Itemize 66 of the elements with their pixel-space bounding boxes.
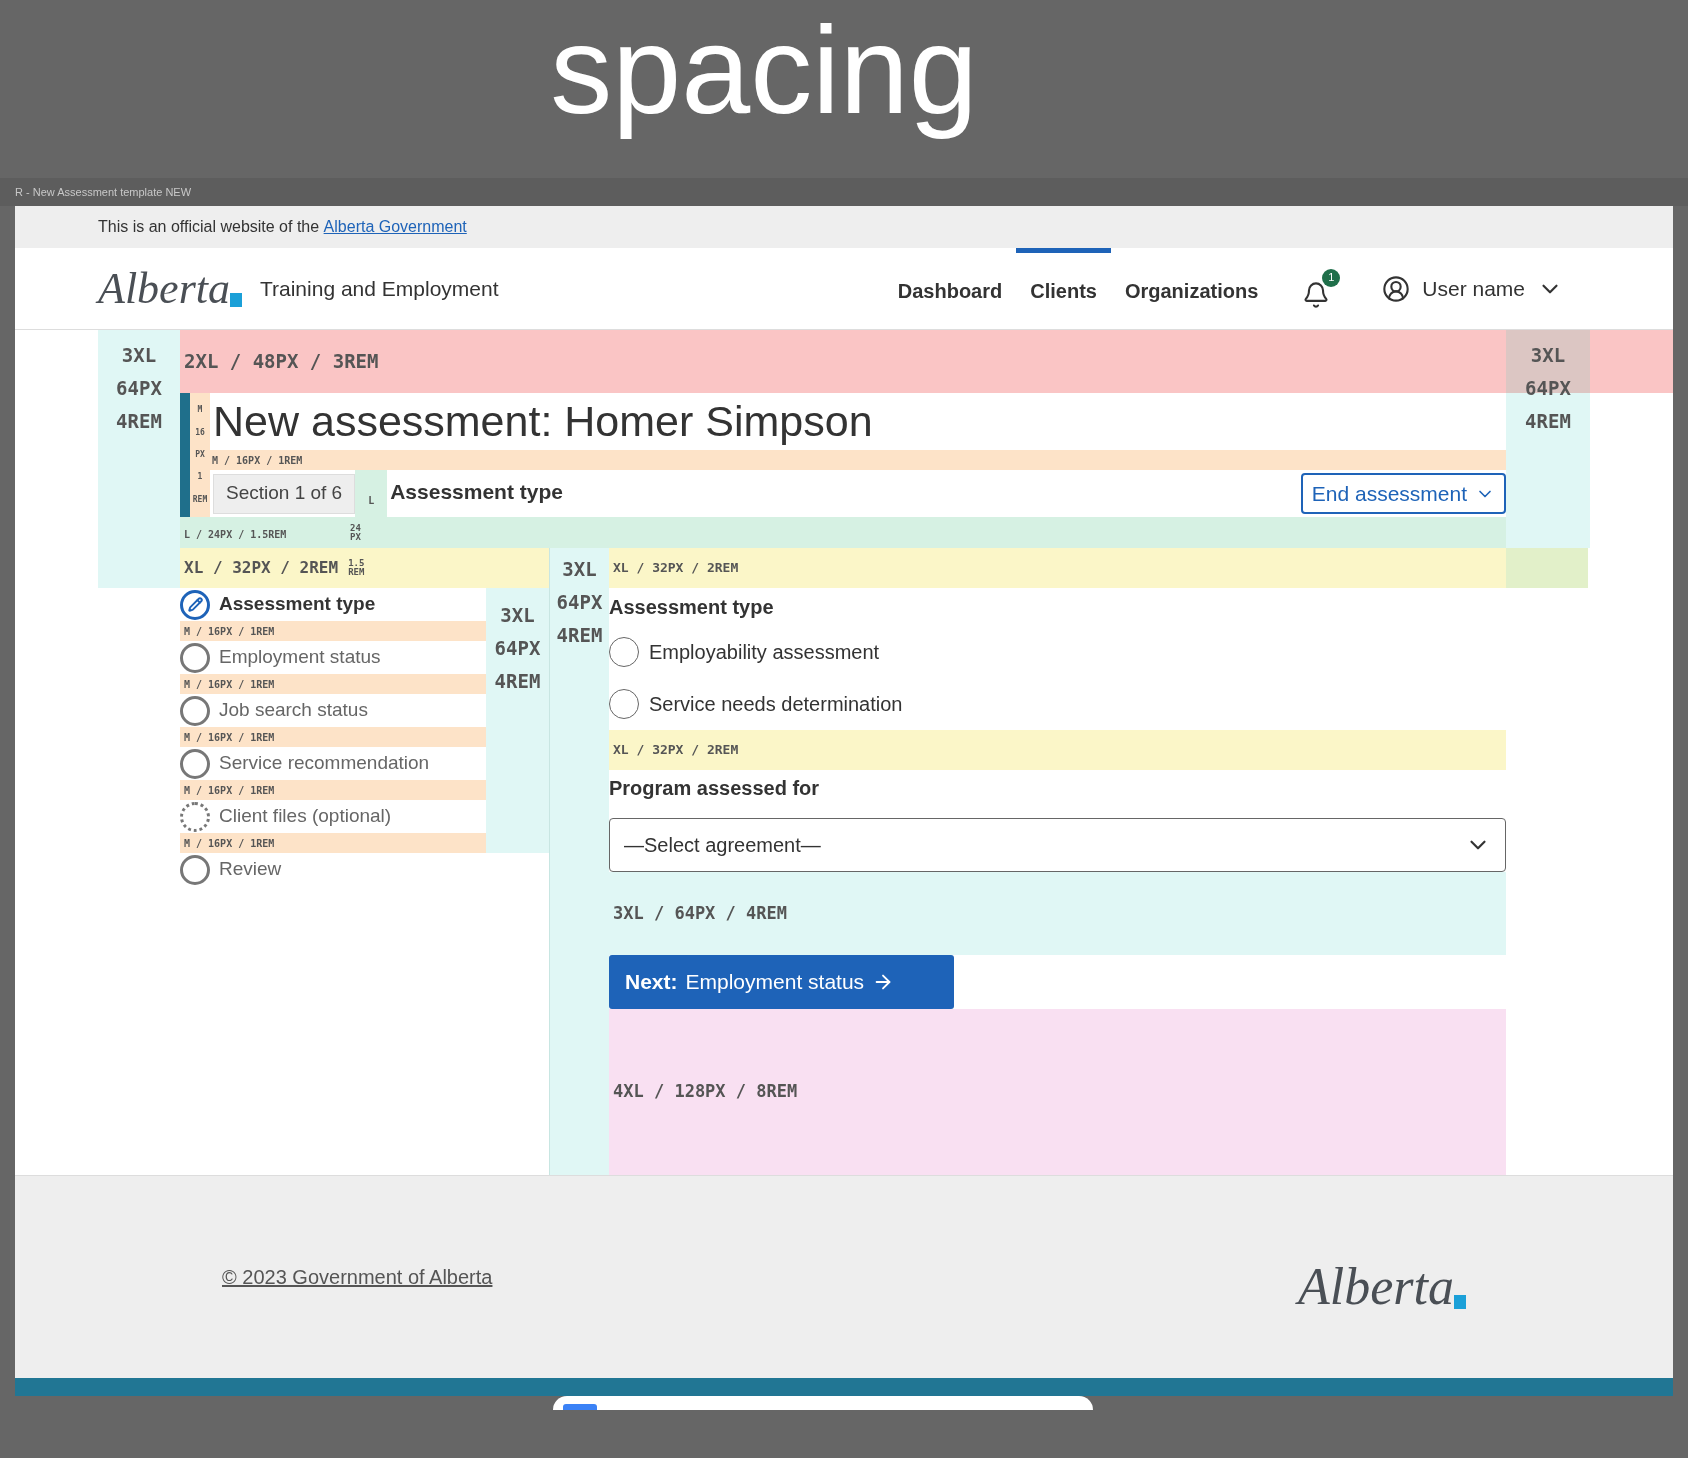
spacing-label: 64PX <box>556 593 603 612</box>
spacing-label: PX <box>195 450 205 459</box>
spacing-label: 4REM <box>1525 412 1571 431</box>
spacing-label: L / 24PX / 1.5REM <box>184 528 287 540</box>
spacing-label: XL / 32PX / 2REM <box>184 557 339 579</box>
spacing-label: 4REM <box>556 626 603 645</box>
spacing-label: L <box>368 494 375 508</box>
spacing-label: XL / 32PX / 2REM <box>613 741 739 760</box>
logo-square-icon <box>230 292 242 307</box>
copyright-link[interactable]: © 2023 Government of Alberta <box>222 1262 493 1292</box>
spacing-label: 4REM <box>494 672 541 691</box>
notification-bell-icon[interactable] <box>1302 280 1331 309</box>
agreement-select[interactable]: —Select agreement— <box>609 818 1506 872</box>
spacing-label: 64PX <box>1525 379 1571 398</box>
spacing-label: 24 <box>350 523 361 533</box>
page-title: New assessment: Homer Simpson <box>213 400 873 443</box>
section-badge: Section 1 of 6 <box>213 473 356 514</box>
section-title: Assessment type <box>390 479 563 505</box>
notification-badge: 1 <box>1322 268 1341 287</box>
end-assessment-button[interactable]: End assessment <box>1300 473 1506 514</box>
spacing-label: M / 16PX / 1REM <box>184 836 275 851</box>
spacing-label: M / 16PX / 1REM <box>184 624 275 639</box>
frame-label: R - New Assessment template NEW <box>15 184 192 200</box>
spacing-label: PX <box>350 532 361 542</box>
spacing-label: 3XL <box>562 560 597 579</box>
spacing-label: 3XL / 64PX / 4REM <box>613 901 787 925</box>
logo-square-icon <box>1454 1295 1466 1309</box>
radio-label: Service needs determination <box>649 692 903 717</box>
spacing-label: M / 16PX / 1REM <box>184 783 275 798</box>
field-heading: Assessment type <box>609 595 774 620</box>
step-link[interactable]: Employment status <box>219 643 381 672</box>
banner-text: This is an official website of the <box>98 217 321 237</box>
nav-tab[interactable]: Organizations <box>1110 248 1273 329</box>
spacing-label: 3XL <box>500 606 535 625</box>
spacing-label: M <box>197 406 203 415</box>
toolbar-icon <box>563 1404 597 1410</box>
spacing-label: M / 16PX / 1REM <box>184 730 275 745</box>
spacing-label: M / 16PX / 1REM <box>184 677 275 692</box>
next-button[interactable]: Next: Employment status <box>609 955 954 1009</box>
service-name: Training and Employment <box>260 275 499 302</box>
nav-tab[interactable]: Dashboard <box>883 248 1017 329</box>
spacing-label: 3XL <box>1530 346 1566 365</box>
spacing-label: 16 <box>195 428 205 437</box>
user-menu[interactable]: User name <box>1382 272 1563 305</box>
spacing-label: 1.5 <box>348 559 365 568</box>
canvas-title: spacing <box>550 0 978 141</box>
banner-link[interactable]: Alberta Government <box>323 215 467 239</box>
spacing-label: 4REM <box>116 412 162 431</box>
spacing-label: 64PX <box>116 379 162 398</box>
spacing-label: 2XL / 48PX / 3REM <box>184 349 379 375</box>
spacing-label: REM <box>192 495 208 504</box>
spacing-label: 1 <box>197 473 203 482</box>
spacing-label: 3XL <box>121 346 157 365</box>
step-link[interactable]: Review <box>219 855 282 884</box>
step-link[interactable]: Client files (optional) <box>219 802 392 831</box>
step-link[interactable]: Job search status <box>219 696 368 725</box>
spacing-label: M / 16PX / 1REM <box>212 453 303 468</box>
spacing-label: 4XL / 128PX / 8REM <box>613 1080 798 1104</box>
user-avatar-icon <box>1382 274 1411 303</box>
spacing-label: REM <box>348 568 365 577</box>
radio-label: Employability assessment <box>649 640 880 665</box>
spacing-label: XL / 32PX / 2REM <box>613 559 739 578</box>
step-link[interactable]: Service recommendation <box>219 749 430 778</box>
step-link[interactable]: Assessment type <box>219 590 376 619</box>
spacing-label: 64PX <box>494 639 541 658</box>
field-heading: Program assessed for <box>609 776 820 801</box>
